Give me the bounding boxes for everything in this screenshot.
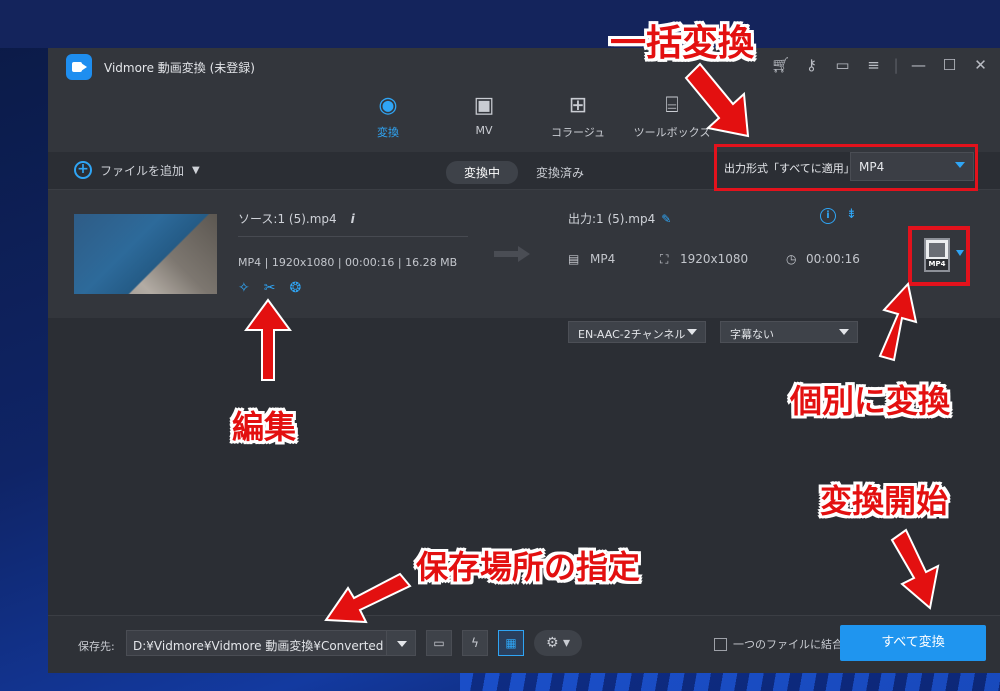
film-icon: ▤ xyxy=(568,252,580,266)
tab-convert[interactable]: ◉ 変換 xyxy=(342,90,436,154)
divider xyxy=(238,236,468,237)
tab-label: コラージュ xyxy=(550,126,605,139)
compress-icon[interactable]: ⇟ xyxy=(846,207,857,222)
settings-button[interactable]: ⚙ ▾ xyxy=(534,630,582,656)
info-icon[interactable]: i xyxy=(351,212,355,226)
annotation-individual-convert: 個別に変換 xyxy=(790,382,951,420)
tab-label: 変換 xyxy=(377,126,399,139)
mp4-format-icon[interactable]: MP4 xyxy=(924,238,950,272)
annotation-save-location: 保存場所の指定 xyxy=(416,548,641,586)
file-item: ソース:1 (5).mp4 i MP4 | 1920x1080 | 00:00:1… xyxy=(48,190,1000,343)
feedback-icon[interactable]: ▭ xyxy=(827,56,858,74)
annotation-batch-convert: 一括変換 xyxy=(610,23,755,64)
output-name: 出力:1 (5).mp4 ✎ xyxy=(568,210,671,227)
collage-icon: ⊞ xyxy=(568,93,588,118)
audio-track-select[interactable]: EN-AAC-2チャンネル xyxy=(568,321,706,343)
output-format: MP4 xyxy=(590,252,616,266)
audio-track-value: EN-AAC-2チャンネル xyxy=(578,328,686,341)
merge-checkbox[interactable] xyxy=(714,637,727,651)
resolution-icon: ⛶ xyxy=(660,252,669,266)
tab-converted[interactable]: 変換済み xyxy=(518,161,602,184)
output-format-select[interactable]: MP4 xyxy=(850,152,974,181)
tv-icon: ▣ xyxy=(473,93,495,118)
format-tag: MP4 xyxy=(926,259,948,270)
output-filename: 出力:1 (5).mp4 xyxy=(568,212,656,226)
merge-label: 一つのファイルに結合 xyxy=(733,638,843,651)
toolbox-icon: ⌸ xyxy=(665,93,679,118)
status-toggle: 変換中 変換済み xyxy=(446,161,602,184)
tab-label: MV xyxy=(475,124,493,137)
chevron-down-icon xyxy=(839,329,849,335)
main-tabs: ◉ 変換 ▣ MV ⊞ コラージュ ⌸ ツールボックス xyxy=(48,86,1000,154)
edit-tools: ✧ ✂ ❂ xyxy=(238,280,301,296)
add-file-label: ファイルを追加 xyxy=(100,163,185,178)
scissors-icon[interactable]: ✂ xyxy=(264,280,276,296)
edit-pen-icon[interactable]: ✎ xyxy=(661,212,671,226)
close-icon[interactable]: ✕ xyxy=(965,56,996,74)
tab-collage[interactable]: ⊞ コラージュ xyxy=(532,90,624,150)
gpu-on-icon[interactable]: ▦ xyxy=(498,630,524,656)
source-meta: MP4 | 1920x1080 | 00:00:16 | 16.28 MB xyxy=(238,256,458,269)
gear-icon: ⚙ ▾ xyxy=(545,635,571,651)
bottom-bar: 保存先: D:¥Vidmore¥Vidmore 動画変換¥Converted ▭… xyxy=(48,615,1000,673)
app-title: Vidmore 動画変換 (未登録) xyxy=(104,61,255,75)
chevron-down-icon xyxy=(687,329,697,335)
plus-icon: + xyxy=(74,161,92,179)
folder-icon[interactable]: ▭ xyxy=(426,630,452,656)
maximize-icon[interactable]: ☐ xyxy=(934,56,965,74)
tab-toolbox[interactable]: ⌸ ツールボックス xyxy=(626,90,718,150)
source-name: ソース:1 (5).mp4 i xyxy=(238,210,355,227)
magic-wand-icon[interactable]: ✧ xyxy=(238,280,250,296)
title-bar: Vidmore 動画変換 (未登録) 🛒︎ ⚷ ▭ ≡ | — ☐ ✕ xyxy=(48,48,1000,86)
desktop-background xyxy=(0,0,1000,48)
chevron-down-icon[interactable] xyxy=(956,250,964,256)
convert-all-button[interactable]: すべて変換 xyxy=(840,625,986,661)
output-resolution: 1920x1080 xyxy=(680,252,749,266)
minimize-icon[interactable]: — xyxy=(903,56,934,74)
app-logo-icon xyxy=(66,54,92,80)
output-format-label: 出力形式「すべてに適用」: xyxy=(724,162,859,175)
tab-converting[interactable]: 変換中 xyxy=(446,161,519,184)
subtitle-select[interactable]: 字幕ない xyxy=(720,321,858,343)
lightning-off-icon[interactable]: ϟ xyxy=(462,630,488,656)
merge-option[interactable]: 一つのファイルに結合 xyxy=(714,636,843,652)
chevron-down-icon xyxy=(955,162,965,168)
clock-icon: ◷ xyxy=(786,252,797,266)
film-icon xyxy=(929,243,945,257)
chevron-down-icon[interactable]: ▼ xyxy=(192,165,200,176)
source-filename: ソース:1 (5).mp4 xyxy=(238,212,337,226)
save-location-label: 保存先: xyxy=(78,640,115,653)
arrow-right-icon xyxy=(494,246,530,262)
output-format-highlight: 出力形式「すべてに適用」: MP4 xyxy=(714,144,978,191)
divider: | xyxy=(893,56,899,74)
annotation-edit: 編集 xyxy=(232,408,297,446)
palette-icon[interactable]: ❂ xyxy=(289,280,301,296)
save-path-field[interactable]: D:¥Vidmore¥Vidmore 動画変換¥Converted xyxy=(126,630,416,656)
save-path-dropdown[interactable] xyxy=(386,630,416,656)
subtitle-value: 字幕ない xyxy=(730,328,774,341)
tab-mv[interactable]: ▣ MV xyxy=(438,90,530,150)
convert-icon: ◉ xyxy=(378,93,398,118)
cart-icon[interactable]: 🛒︎ xyxy=(765,56,796,74)
tab-label: ツールボックス xyxy=(633,126,711,139)
output-duration: 00:00:16 xyxy=(806,252,860,266)
output-format-value: MP4 xyxy=(859,160,885,174)
key-icon[interactable]: ⚷ xyxy=(796,56,827,74)
video-thumbnail[interactable] xyxy=(74,214,217,294)
individual-format-highlight: MP4 xyxy=(908,226,970,286)
annotation-start-convert: 変換開始 xyxy=(820,482,949,520)
menu-icon[interactable]: ≡ xyxy=(858,56,889,74)
add-file-button[interactable]: + ファイルを追加 ▼ xyxy=(74,161,200,179)
title-bar-controls: 🛒︎ ⚷ ▭ ≡ | — ☐ ✕ xyxy=(765,56,996,74)
info-icon[interactable]: i xyxy=(820,208,836,224)
